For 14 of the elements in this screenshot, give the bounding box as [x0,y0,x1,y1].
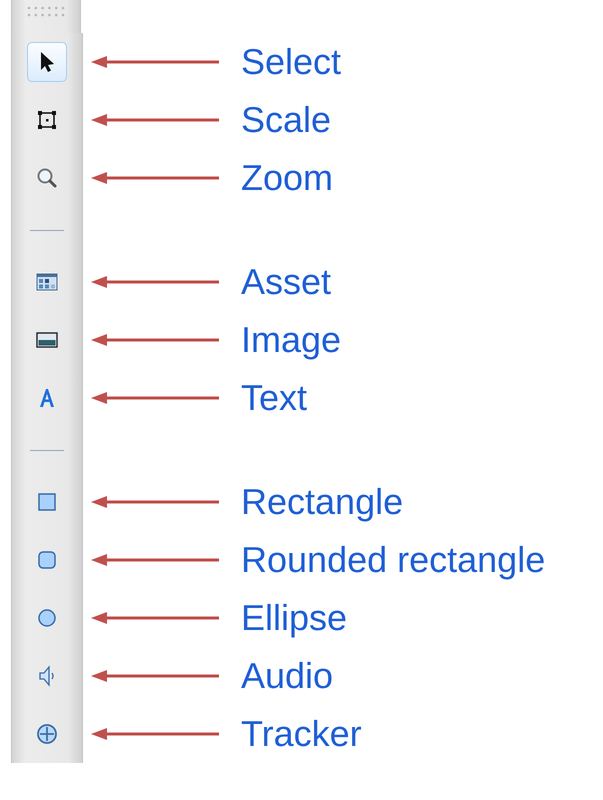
tool-label: Tracker [241,713,362,755]
tool-button[interactable] [27,42,67,82]
tool-label: Rectangle [241,481,404,523]
tool-label: Audio [241,655,334,697]
tool-label: Select [241,41,342,83]
tool-label: Ellipse [241,597,348,639]
tool-label: Text [241,377,308,419]
tool-label: Asset [241,261,332,303]
crosshair-icon [34,721,60,747]
tool-label: Scale [241,99,332,141]
grip-icon[interactable] [26,5,66,19]
tool-label: Rounded rectangle [241,539,546,581]
tool-label: Zoom [241,157,334,199]
tool-label: Image [241,319,342,361]
